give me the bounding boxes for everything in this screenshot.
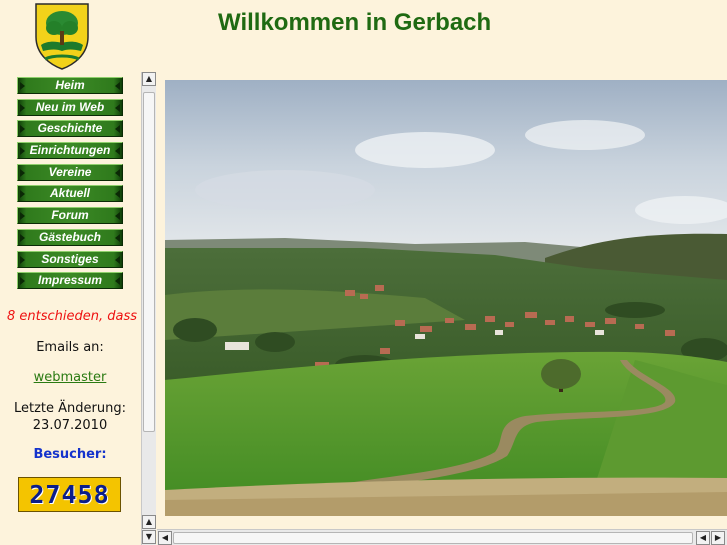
- arrow-right-icon: [115, 212, 120, 221]
- emails-label: Emails an:: [36, 340, 104, 355]
- nav-button-label: Einrichtungen: [29, 143, 111, 158]
- nav-button-heim[interactable]: Heim: [17, 77, 123, 94]
- last-change-label: Letzte Änderung:: [14, 401, 126, 416]
- arrow-right-icon: [115, 277, 120, 286]
- arrow-right-icon: [115, 190, 120, 199]
- arrow-right-icon: [115, 147, 120, 156]
- scroll-left-arrow-icon[interactable]: ◀: [696, 531, 710, 545]
- visitor-counter: 27458: [18, 477, 121, 512]
- arrow-right-icon: [115, 233, 120, 242]
- arrow-right-icon: [115, 82, 120, 90]
- nav-button-forum[interactable]: Forum: [17, 207, 123, 225]
- scroll-right-arrow-icon[interactable]: ▶: [711, 531, 725, 545]
- arrow-right-icon: [115, 255, 120, 264]
- nav-button-geschichte[interactable]: Geschichte: [17, 120, 123, 138]
- arrow-left-icon: [20, 103, 25, 112]
- arrow-left-icon: [20, 233, 25, 242]
- arrow-right-icon: [115, 103, 120, 112]
- main-frame-scrollbar[interactable]: ◀ ◀ ▶: [157, 529, 727, 545]
- last-change-info: Letzte Änderung: 23.07.2010: [0, 400, 140, 434]
- nav-button-label: Aktuell: [49, 186, 90, 201]
- nav-button-label: Sonstiges: [41, 251, 99, 266]
- nav-button-einrichtungen[interactable]: Einrichtungen: [17, 142, 123, 160]
- webmaster-link[interactable]: webmaster: [0, 370, 140, 385]
- nav-button-vereine[interactable]: Vereine: [17, 163, 123, 181]
- nav-button-label: Geschichte: [37, 121, 103, 136]
- scrollbar-thumb[interactable]: [173, 532, 693, 544]
- nav-button-label: Vereine: [48, 164, 92, 179]
- scrollbar-thumb[interactable]: [143, 92, 155, 432]
- scroll-left-arrow-icon[interactable]: ◀: [158, 531, 172, 545]
- main-nav: Heim Neu im Web Geschichte Einrichtungen…: [17, 77, 123, 294]
- page-title: Willkommen in Gerbach: [218, 9, 492, 36]
- arrow-left-icon: [20, 125, 25, 134]
- nav-button-impressum[interactable]: Impressum: [17, 272, 123, 290]
- arrow-right-icon: [115, 125, 120, 134]
- nav-button-label: Heim: [55, 78, 85, 92]
- news-marquee: 8 entschieden, dass m: [7, 309, 140, 324]
- nav-button-sonstiges[interactable]: Sonstiges: [17, 250, 123, 268]
- scroll-up-arrow-icon[interactable]: ▲: [142, 515, 156, 529]
- visitors-label: Besucher:: [33, 447, 107, 462]
- last-change-date: 23.07.2010: [32, 418, 108, 433]
- scroll-down-arrow-icon[interactable]: ▼: [142, 530, 156, 544]
- arrow-left-icon: [20, 190, 25, 199]
- arrow-left-icon: [20, 82, 25, 90]
- coat-of-arms-icon: [35, 3, 89, 70]
- nav-button-label: Neu im Web: [35, 99, 105, 114]
- arrow-left-icon: [20, 168, 25, 177]
- nav-button-label: Forum: [51, 208, 89, 223]
- nav-button-label: Gästebuch: [38, 229, 101, 244]
- nav-button-neu-im-web[interactable]: Neu im Web: [17, 98, 123, 116]
- nav-button-aktuell[interactable]: Aktuell: [17, 185, 123, 203]
- left-nav-frame: Heim Neu im Web Geschichte Einrichtungen…: [0, 72, 157, 545]
- left-frame-scrollbar[interactable]: ▲ ▲ ▼: [141, 72, 156, 545]
- nav-button-gaestebuch[interactable]: Gästebuch: [17, 228, 123, 246]
- arrow-left-icon: [20, 147, 25, 156]
- arrow-left-icon: [20, 277, 25, 286]
- landscape-photo: [165, 80, 727, 516]
- arrow-left-icon: [20, 255, 25, 264]
- scroll-up-arrow-icon[interactable]: ▲: [142, 72, 156, 86]
- nav-button-label: Impressum: [37, 273, 103, 288]
- arrow-right-icon: [115, 168, 120, 177]
- arrow-left-icon: [20, 212, 25, 221]
